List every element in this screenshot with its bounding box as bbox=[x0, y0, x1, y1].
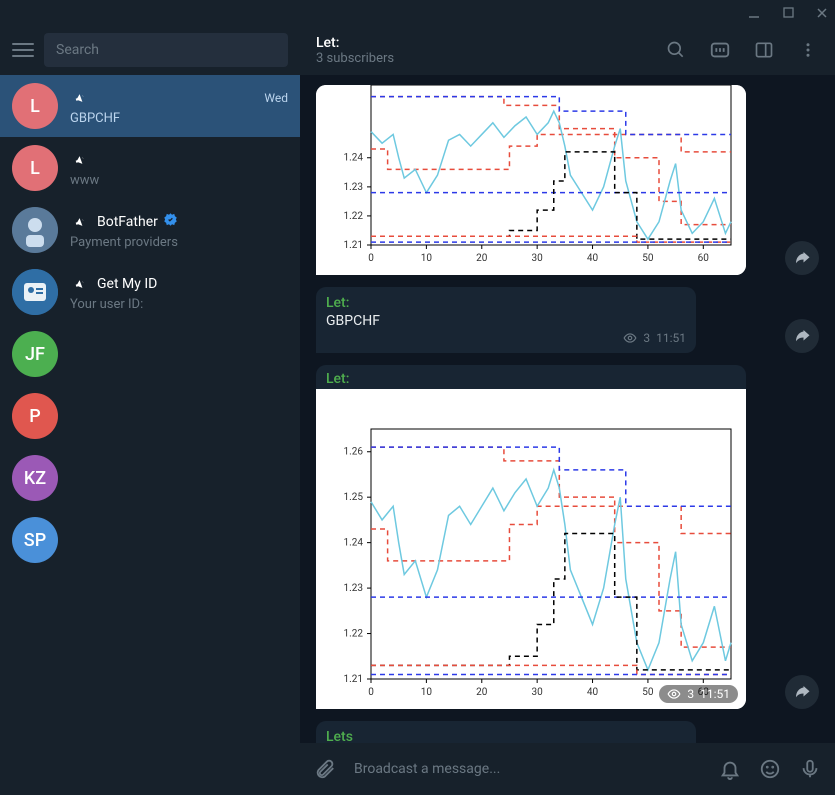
chat-row[interactable]: JF bbox=[0, 323, 300, 385]
search-field[interactable] bbox=[44, 33, 288, 67]
forward-button[interactable] bbox=[785, 319, 819, 353]
svg-text:0: 0 bbox=[368, 687, 374, 698]
message-bubble[interactable]: LetsGBPCHF311:51 bbox=[316, 721, 696, 743]
more-icon[interactable] bbox=[797, 39, 819, 61]
megaphone-icon bbox=[70, 273, 95, 295]
svg-text:1.24: 1.24 bbox=[344, 153, 364, 164]
svg-text:20: 20 bbox=[476, 687, 488, 698]
chat-title[interactable]: Let: bbox=[316, 35, 394, 51]
window-minimize[interactable] bbox=[747, 6, 761, 20]
message: Let:01020304050601.211.221.231.241.251.2… bbox=[316, 365, 819, 709]
megaphone-icon bbox=[70, 211, 95, 233]
chat-row[interactable]: L Wed GBPCHF bbox=[0, 75, 300, 137]
svg-text:10: 10 bbox=[421, 253, 433, 264]
message-image[interactable]: 0 10 20 30 40 50 60 1.21 1.22 1.23 1.24 bbox=[316, 85, 746, 275]
chat-row-title bbox=[70, 87, 97, 109]
svg-text:40: 40 bbox=[587, 253, 599, 264]
message-sender: Let: bbox=[326, 295, 686, 311]
avatar: JF bbox=[12, 331, 58, 377]
message-sender: Let: bbox=[316, 365, 746, 387]
chat-row-title: Get My ID bbox=[70, 273, 157, 295]
message-bubble[interactable]: Let: GBPCHF 311:51 bbox=[316, 287, 696, 353]
search-input[interactable] bbox=[56, 42, 276, 58]
eye-icon bbox=[623, 331, 637, 345]
chat-row-preview: Your user ID: bbox=[70, 297, 288, 312]
avatar: P bbox=[12, 393, 58, 439]
message-list: 0 10 20 30 40 50 60 1.21 1.22 1.23 1.24 Let: GBPCHF 3… bbox=[300, 75, 835, 743]
verified-icon bbox=[163, 212, 178, 231]
chat-row-title: BotFather bbox=[70, 211, 178, 233]
svg-text:10: 10 bbox=[421, 687, 433, 698]
window-maximize[interactable] bbox=[781, 6, 795, 20]
menu-button[interactable] bbox=[12, 43, 34, 57]
svg-text:1.22: 1.22 bbox=[344, 211, 364, 222]
composer bbox=[300, 743, 835, 795]
chat-row[interactable]: BotFather Payment providers bbox=[0, 199, 300, 261]
chat-row[interactable]: SP bbox=[0, 509, 300, 571]
svg-text:50: 50 bbox=[642, 687, 654, 698]
chat-row[interactable]: KZ bbox=[0, 447, 300, 509]
message: Let: GBPCHF 311:51 bbox=[316, 287, 819, 353]
message-image[interactable]: Let:01020304050601.211.221.231.241.251.2… bbox=[316, 365, 746, 709]
megaphone-icon bbox=[70, 87, 95, 109]
svg-text:1.23: 1.23 bbox=[344, 583, 364, 594]
chat-row-preview: www bbox=[70, 173, 288, 188]
chat-row[interactable]: Get My ID Your user ID: bbox=[0, 261, 300, 323]
forward-button[interactable] bbox=[785, 241, 819, 275]
chat-panel: Let: 3 subscribers 0 10 20 30 40 50 60 1.21 1.22… bbox=[300, 25, 835, 795]
avatar bbox=[12, 269, 58, 315]
chat-row-preview: GBPCHF bbox=[70, 111, 288, 126]
avatar: KZ bbox=[12, 455, 58, 501]
avatar: SP bbox=[12, 517, 58, 563]
message-meta: 311:51 bbox=[659, 685, 738, 703]
chat-row[interactable]: Lwww bbox=[0, 137, 300, 199]
chat-row-preview: Payment providers bbox=[70, 235, 288, 250]
message: 0 10 20 30 40 50 60 1.21 1.22 1.23 1.24 bbox=[316, 85, 819, 275]
stream-icon[interactable] bbox=[709, 39, 731, 61]
svg-text:40: 40 bbox=[587, 687, 599, 698]
svg-text:1.23: 1.23 bbox=[344, 182, 364, 193]
message-meta: 311:51 bbox=[326, 331, 686, 345]
svg-text:30: 30 bbox=[532, 687, 544, 698]
svg-text:1.26: 1.26 bbox=[344, 447, 364, 458]
svg-text:1.24: 1.24 bbox=[344, 538, 364, 549]
chat-row-date: Wed bbox=[264, 91, 288, 105]
chat-list: LWedGBPCHFLwwwBotFather Payment provider… bbox=[0, 75, 300, 795]
avatar bbox=[12, 207, 58, 253]
svg-text:50: 50 bbox=[642, 253, 654, 264]
forward-button[interactable] bbox=[785, 675, 819, 709]
mic-icon[interactable] bbox=[799, 758, 821, 780]
chart-image: 0 10 20 30 40 50 60 1.21 1.22 1.23 1.24 bbox=[316, 85, 746, 275]
eye-icon bbox=[667, 687, 681, 701]
composer-input[interactable] bbox=[354, 761, 701, 777]
sidebar: LWedGBPCHFLwwwBotFather Payment provider… bbox=[0, 25, 300, 795]
sidepanel-icon[interactable] bbox=[753, 39, 775, 61]
attach-icon[interactable] bbox=[314, 758, 336, 780]
search-icon[interactable] bbox=[665, 39, 687, 61]
svg-text:1.21: 1.21 bbox=[344, 674, 364, 685]
svg-text:20: 20 bbox=[476, 253, 488, 264]
avatar: L bbox=[12, 83, 58, 129]
window-titlebar bbox=[0, 0, 835, 25]
message-text: GBPCHF bbox=[326, 313, 686, 329]
svg-text:60: 60 bbox=[698, 253, 710, 264]
svg-text:1.25: 1.25 bbox=[344, 492, 364, 503]
svg-text:1.22: 1.22 bbox=[344, 629, 364, 640]
notify-icon[interactable] bbox=[719, 758, 741, 780]
window-close[interactable] bbox=[815, 6, 829, 20]
emoji-icon[interactable] bbox=[759, 758, 781, 780]
svg-text:0: 0 bbox=[368, 253, 374, 264]
chat-subtitle: 3 subscribers bbox=[316, 51, 394, 66]
svg-text:1.21: 1.21 bbox=[344, 240, 364, 251]
megaphone-icon bbox=[70, 149, 95, 171]
chat-header: Let: 3 subscribers bbox=[300, 25, 835, 75]
message-sender: Lets bbox=[326, 729, 686, 743]
avatar: L bbox=[12, 145, 58, 191]
chat-row-title bbox=[70, 149, 97, 171]
chart-image: 01020304050601.211.221.231.241.251.26 bbox=[316, 389, 746, 709]
svg-text:30: 30 bbox=[532, 253, 544, 264]
chat-row[interactable]: P bbox=[0, 385, 300, 447]
message: LetsGBPCHF311:51 bbox=[316, 721, 819, 743]
